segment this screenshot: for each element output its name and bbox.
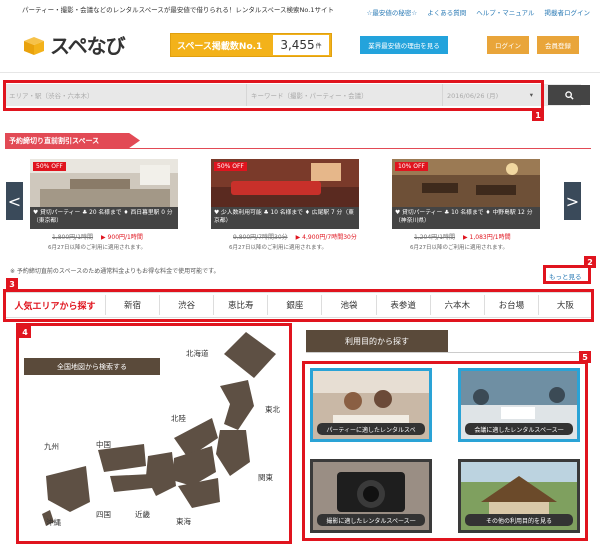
marker-2: 2 <box>584 256 596 268</box>
region-tokai[interactable]: 東海 <box>176 516 191 527</box>
old-price: 9,800円/7時間30分 <box>233 234 288 241</box>
kyushu-shape <box>46 466 90 512</box>
kanto-shape <box>216 430 250 476</box>
login-button[interactable]: ログイン <box>487 36 529 54</box>
deals-divider <box>5 148 591 149</box>
highlight-box-5 <box>302 361 588 541</box>
kinki-shape <box>146 452 176 496</box>
link-faq[interactable]: よくある質問 <box>427 7 466 17</box>
highlight-box-1 <box>3 80 544 111</box>
search-icon <box>564 90 574 100</box>
link-lowest-price-secret[interactable]: ☆最安値の秘密☆ <box>367 7 418 17</box>
region-kyushu[interactable]: 九州 <box>44 441 59 452</box>
validity-note: 6月27日以降のご利用に適用されます。 <box>229 245 327 251</box>
badge-label: スペース掲載数No.1 <box>177 41 263 52</box>
logo-text: スペなび <box>50 34 126 58</box>
purpose-divider <box>306 352 586 353</box>
deal-card[interactable]: 10% OFF ♥ 貸切パーティー ♣ 10 名様まで ♦ 中野島駅 12 分（… <box>392 159 540 251</box>
card-meta: ♥ 貸切パーティー ♣ 20 名様まで ♦ 西日暮里駅 0 分（東京都） <box>30 207 178 229</box>
old-price: 1,800円/1時間 <box>52 234 94 241</box>
space-photo: 50% OFF <box>30 159 178 207</box>
deals-note: ※ 予約締切直前のスペースのため通常料金よりもお得な料金で使用可能です。 <box>10 268 220 275</box>
carousel-prev-button[interactable]: < <box>6 182 23 220</box>
top-links: ☆最安値の秘密☆ よくある質問 ヘルプ・マニュアル 掲載者ログイン <box>367 7 590 17</box>
discount-price: ▶ 900円/1時間 <box>101 234 143 241</box>
marker-1: 1 <box>532 109 544 121</box>
badge-count: 3,455 <box>280 38 315 52</box>
deals-section-title: 予約締切り直前割引スペース <box>5 133 140 148</box>
marker-3: 3 <box>6 278 18 290</box>
old-price: 1,204円/1時間 <box>414 234 456 241</box>
site-tagline: パーティー・撮影・会議などのレンタルスペースが最安値で借りられる！レンタルスペー… <box>22 6 334 14</box>
region-hokkaido[interactable]: 北海道 <box>186 348 209 359</box>
region-tohoku[interactable]: 東北 <box>265 404 280 415</box>
validity-note: 6月27日以降のご利用に適用されます。 <box>410 245 508 251</box>
discount-price: ▶ 1,083円/1時間 <box>463 234 511 241</box>
marker-5: 5 <box>579 351 591 363</box>
hokkaido-shape <box>224 332 276 378</box>
listing-count-badge: スペース掲載数No.1 3,455 件 <box>170 33 332 57</box>
region-kanto[interactable]: 関東 <box>258 472 273 483</box>
discount-badge: 50% OFF <box>214 162 247 171</box>
carousel-next-button[interactable]: > <box>564 182 581 220</box>
region-shikoku[interactable]: 四国 <box>96 509 111 520</box>
discount-badge: 50% OFF <box>33 162 66 171</box>
deal-card[interactable]: 50% OFF ♥ 少人数利用可能 ♣ 10 名様まで ♦ 広尾駅 7 分（東京… <box>211 159 359 251</box>
search-button[interactable] <box>548 85 590 105</box>
region-kinki[interactable]: 近畿 <box>135 509 150 520</box>
space-photo: 10% OFF <box>392 159 540 207</box>
card-meta: ♥ 少人数利用可能 ♣ 10 名様まで ♦ 広尾駅 7 分（東京都） <box>211 207 359 229</box>
lowest-price-reason-button[interactable]: 業界最安値の理由を見る <box>360 36 448 54</box>
highlight-box-3 <box>3 289 594 322</box>
tohoku-shape <box>220 380 254 430</box>
region-okinawa[interactable]: 沖縄 <box>46 517 61 528</box>
badge-count-box: 3,455 件 <box>273 35 329 55</box>
card-meta: ♥ 貸切パーティー ♣ 10 名様まで ♦ 中野島駅 12 分（神奈川県） <box>392 207 540 229</box>
link-host-login[interactable]: 掲載者ログイン <box>545 7 591 17</box>
header-divider <box>0 72 600 73</box>
space-photo: 50% OFF <box>211 159 359 207</box>
discount-price: ▶ 4,900円/7時間30分 <box>295 234 357 241</box>
discount-badge: 10% OFF <box>395 162 428 171</box>
region-hokuriku[interactable]: 北陸 <box>171 413 186 424</box>
deal-card[interactable]: 50% OFF ♥ 貸切パーティー ♣ 20 名様まで ♦ 西日暮里駅 0 分（… <box>30 159 178 251</box>
badge-unit: 件 <box>315 42 322 50</box>
validity-note: 6月27日以降のご利用に適用されます。 <box>48 245 146 251</box>
box-logo-icon <box>24 36 44 55</box>
shikoku-shape <box>110 474 152 492</box>
region-chugoku[interactable]: 中国 <box>96 439 111 450</box>
purpose-section-title: 利用目的から探す <box>306 330 448 352</box>
japan-map[interactable] <box>24 326 286 538</box>
site-logo[interactable]: スペなび <box>22 30 126 59</box>
register-button[interactable]: 会員登録 <box>537 36 579 54</box>
link-help-manual[interactable]: ヘルプ・マニュアル <box>476 7 534 17</box>
